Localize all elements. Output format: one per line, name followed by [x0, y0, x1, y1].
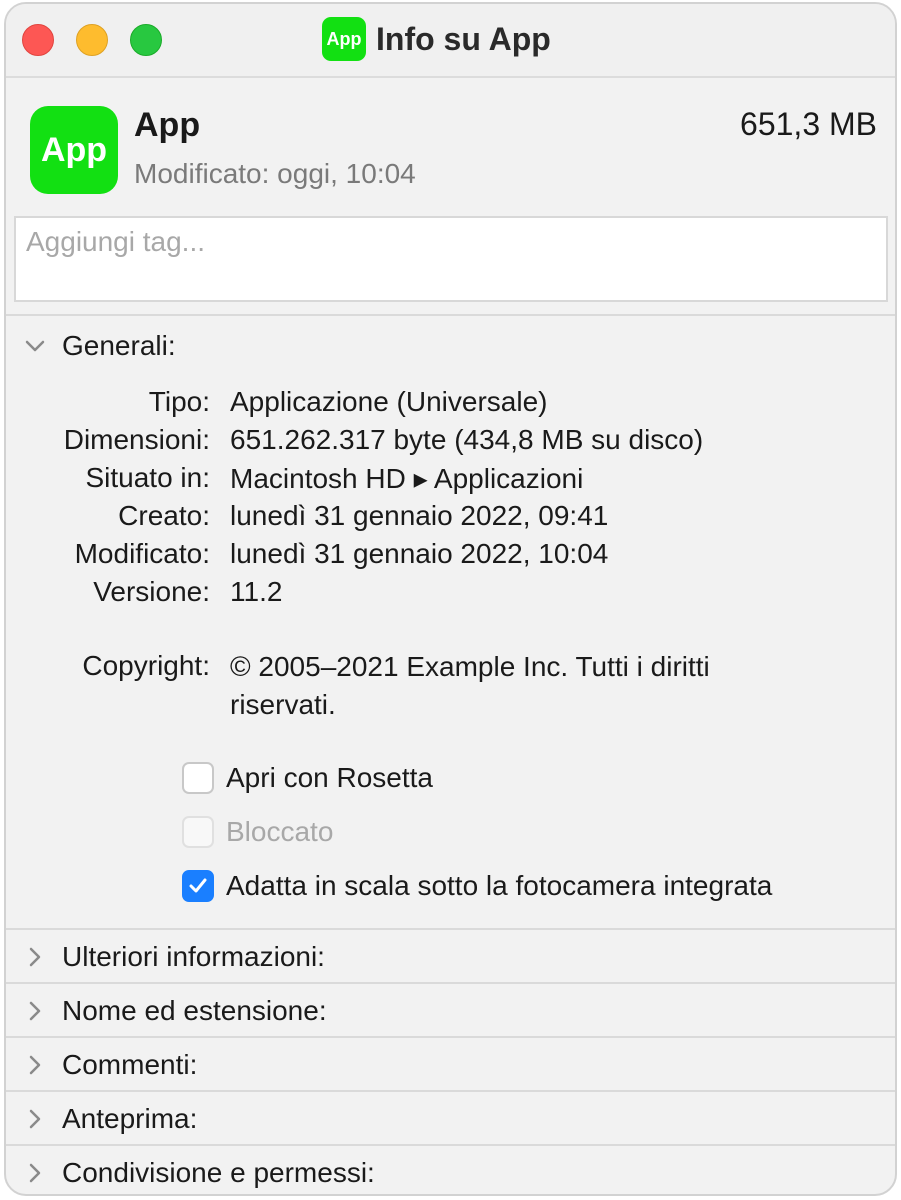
info-key: Modificato:: [74, 538, 210, 569]
zoom-window-button[interactable]: [130, 24, 162, 56]
checkbox-scale-camera[interactable]: [182, 870, 214, 902]
checkbox-locked: [182, 816, 214, 848]
chevron-right-icon: [24, 1162, 46, 1184]
section-label: Anteprima:: [62, 1103, 198, 1134]
info-row-size: Dimensioni: 651.262.317 byte (434,8 MB s…: [6, 424, 895, 460]
chevron-right-icon: [24, 946, 46, 968]
section-label-generali: Generali:: [62, 330, 176, 361]
checkbox-row-rosetta[interactable]: Apri con Rosetta: [182, 762, 433, 794]
section-label: Condivisione e permessi:: [62, 1157, 375, 1188]
info-row-modified: Modificato: lunedì 31 gennaio 2022, 10:0…: [6, 538, 895, 574]
divider: [6, 314, 895, 316]
info-value: Applicazione (Universale): [230, 386, 548, 417]
info-key: Tipo:: [148, 386, 210, 417]
section-toggle-generali[interactable]: Generali:: [24, 330, 176, 362]
section-toggle-nome-estensione[interactable]: Nome ed estensione:: [6, 984, 895, 1038]
info-value-path[interactable]: Macintosh HD ▸ Applicazioni: [230, 462, 583, 495]
app-icon: App: [30, 106, 118, 194]
checkbox-label: Bloccato: [226, 816, 334, 847]
app-title-icon: App: [322, 17, 366, 61]
info-row-type: Tipo: Applicazione (Universale): [6, 386, 895, 422]
info-key: Copyright:: [82, 650, 210, 681]
minimize-window-button[interactable]: [76, 24, 108, 56]
checkbox-label: Adatta in scala sotto la fotocamera inte…: [226, 870, 773, 901]
tag-input[interactable]: [14, 216, 888, 302]
window-title: Info su App: [376, 20, 551, 57]
info-row-created: Creato: lunedì 31 gennaio 2022, 09:41: [6, 500, 895, 536]
close-window-button[interactable]: [22, 24, 54, 56]
info-value: lunedì 31 gennaio 2022, 10:04: [230, 538, 609, 569]
app-modified-date: Modificato: oggi, 10:04: [134, 158, 416, 189]
section-toggle-ulteriori-informazioni[interactable]: Ulteriori informazioni:: [6, 930, 895, 984]
info-key: Creato:: [118, 500, 210, 531]
chevron-right-icon: [24, 1054, 46, 1076]
section-toggle-anteprima[interactable]: Anteprima:: [6, 1092, 895, 1146]
section-label: Ulteriori informazioni:: [62, 941, 325, 972]
info-value: lunedì 31 gennaio 2022, 09:41: [230, 500, 609, 531]
app-size: 651,3 MB: [740, 106, 877, 142]
info-key: Dimensioni:: [63, 424, 210, 455]
section-toggle-commenti[interactable]: Commenti:: [6, 1038, 895, 1092]
checkbox-row-scale-camera[interactable]: Adatta in scala sotto la fotocamera inte…: [182, 870, 772, 902]
section-label: Commenti:: [62, 1049, 198, 1080]
app-name: App: [134, 106, 201, 144]
checkbox-row-locked: Bloccato: [182, 816, 333, 848]
info-row-version: Versione: 11.2: [6, 576, 895, 612]
copyright-value: © 2005–2021 Example Inc. Tutti i diritti…: [230, 651, 710, 720]
info-row-location: Situato in: Macintosh HD ▸ Applicazioni: [6, 462, 895, 498]
chevron-down-icon: [24, 335, 46, 357]
section-toggle-condivisione-permessi[interactable]: Condivisione e permessi:: [6, 1146, 895, 1194]
chevron-right-icon: [24, 1000, 46, 1022]
info-key: Versione:: [93, 576, 210, 607]
checkbox-rosetta[interactable]: [182, 762, 214, 794]
info-key: Situato in:: [85, 462, 210, 493]
section-label: Nome ed estensione:: [62, 995, 327, 1026]
info-value: 651.262.317 byte (434,8 MB su disco): [230, 424, 704, 455]
chevron-right-icon: [24, 1108, 46, 1130]
title-bar[interactable]: App Info su App: [6, 4, 895, 78]
window-title-group: App Info su App: [322, 16, 551, 62]
info-value: 11.2: [230, 576, 283, 607]
checkmark-icon: [189, 878, 207, 893]
info-window: App Info su App App App Modificato: oggi…: [4, 2, 897, 1196]
checkbox-label: Apri con Rosetta: [226, 762, 433, 793]
